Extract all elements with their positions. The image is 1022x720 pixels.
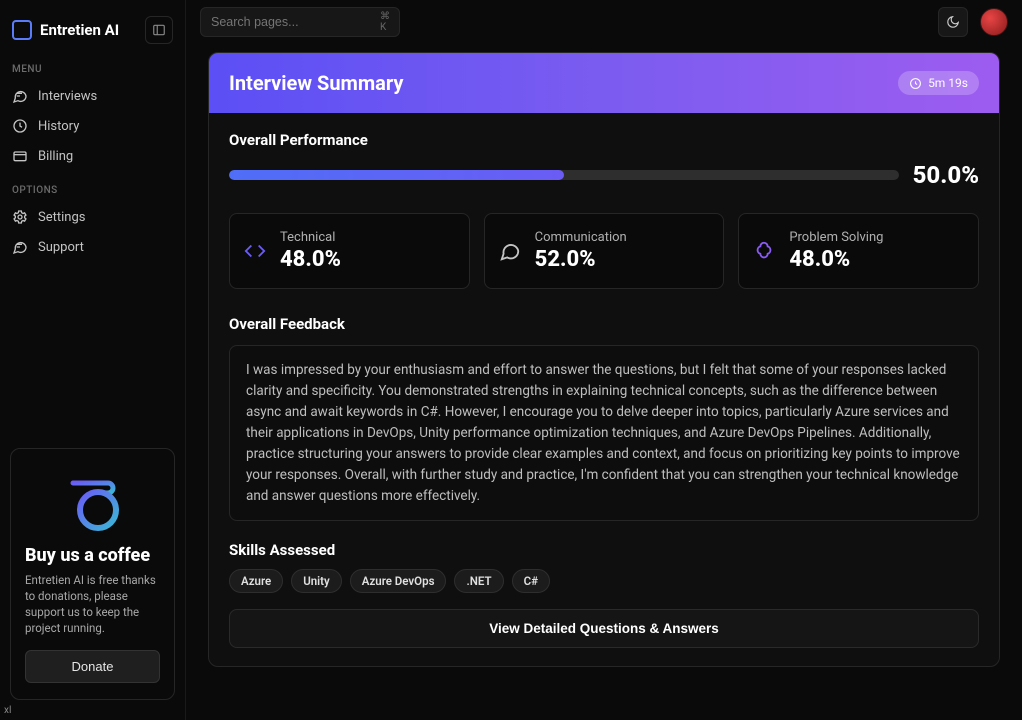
sidebar-item-history[interactable]: History	[0, 111, 185, 141]
nav-label: History	[38, 119, 79, 134]
main: ⌘ K Interview Summary 5m 19s Overall Per…	[186, 0, 1022, 720]
card-icon	[12, 148, 28, 164]
view-details-button[interactable]: View Detailed Questions & Answers	[229, 609, 979, 648]
nav-label: Billing	[38, 149, 73, 164]
coffee-text: Entretien AI is free thanks to donations…	[25, 572, 160, 636]
code-icon	[244, 240, 266, 262]
feedback-text: I was impressed by your enthusiasm and e…	[229, 345, 979, 521]
overall-percentage: 50.0%	[913, 161, 979, 189]
menu-section-label: MENU	[0, 50, 185, 81]
overall-progress-bar	[229, 170, 899, 180]
coffee-card: Buy us a coffee Entretien AI is free tha…	[10, 448, 175, 700]
message-icon	[499, 240, 521, 262]
nav-label: Settings	[38, 210, 85, 225]
metric-technical: Technical 48.0%	[229, 213, 470, 289]
sidebar-item-support[interactable]: Support	[0, 232, 185, 262]
theme-toggle-button[interactable]	[938, 7, 968, 37]
coffee-title: Buy us a coffee	[25, 545, 160, 566]
summary-card: Interview Summary 5m 19s Overall Perform…	[208, 52, 1000, 667]
metric-grid: Technical 48.0% Communication 52.0%	[229, 213, 979, 289]
logo-row: Entretien AI	[0, 10, 185, 50]
sidebar-item-settings[interactable]: Settings	[0, 202, 185, 232]
overall-progress-fill	[229, 170, 564, 180]
summary-title: Interview Summary	[229, 71, 403, 95]
skill-chip: .NET	[454, 569, 503, 593]
breakpoint-badge: xl	[4, 705, 11, 716]
support-icon	[12, 239, 28, 255]
chat-icon	[12, 88, 28, 104]
skill-chip: Unity	[291, 569, 342, 593]
skills-label: Skills Assessed	[229, 541, 979, 559]
metric-problem-solving: Problem Solving 48.0%	[738, 213, 979, 289]
feedback-label: Overall Feedback	[229, 315, 979, 333]
panel-left-icon	[152, 23, 166, 37]
sidebar-item-interviews[interactable]: Interviews	[0, 81, 185, 111]
metric-label: Problem Solving	[789, 230, 883, 245]
coffee-icon	[53, 465, 133, 535]
brain-icon	[753, 240, 775, 262]
options-section-label: OPTIONS	[0, 171, 185, 202]
search-box[interactable]: ⌘ K	[200, 7, 400, 37]
search-input[interactable]	[211, 15, 372, 29]
avatar[interactable]	[980, 8, 1008, 36]
skill-chip: C#	[512, 569, 550, 593]
donate-button[interactable]: Donate	[25, 650, 160, 683]
metric-communication: Communication 52.0%	[484, 213, 725, 289]
duration-text: 5m 19s	[928, 76, 968, 90]
metric-label: Communication	[535, 230, 627, 245]
skills-row: Azure Unity Azure DevOps .NET C#	[229, 569, 979, 593]
duration-badge: 5m 19s	[898, 71, 979, 95]
skill-chip: Azure	[229, 569, 283, 593]
skill-chip: Azure DevOps	[350, 569, 447, 593]
sidebar: Entretien AI MENU Interviews History Bil…	[0, 0, 186, 720]
overall-performance-row: 50.0%	[229, 161, 979, 189]
gear-icon	[12, 209, 28, 225]
clock-icon	[909, 77, 922, 90]
content: Interview Summary 5m 19s Overall Perform…	[186, 44, 1022, 720]
app-name: Entretien AI	[40, 21, 119, 39]
nav-label: Support	[38, 240, 84, 255]
history-icon	[12, 118, 28, 134]
sidebar-collapse-button[interactable]	[145, 16, 173, 44]
metric-value: 52.0%	[535, 247, 627, 272]
search-shortcut: ⌘ K	[380, 11, 390, 33]
summary-header: Interview Summary 5m 19s	[209, 53, 999, 113]
metric-value: 48.0%	[789, 247, 883, 272]
overall-performance-label: Overall Performance	[229, 131, 979, 149]
topbar: ⌘ K	[186, 0, 1022, 44]
logo-icon	[12, 20, 32, 40]
sidebar-item-billing[interactable]: Billing	[0, 141, 185, 171]
metric-value: 48.0%	[280, 247, 341, 272]
nav-label: Interviews	[38, 89, 97, 104]
moon-icon	[946, 15, 960, 29]
metric-label: Technical	[280, 230, 341, 245]
